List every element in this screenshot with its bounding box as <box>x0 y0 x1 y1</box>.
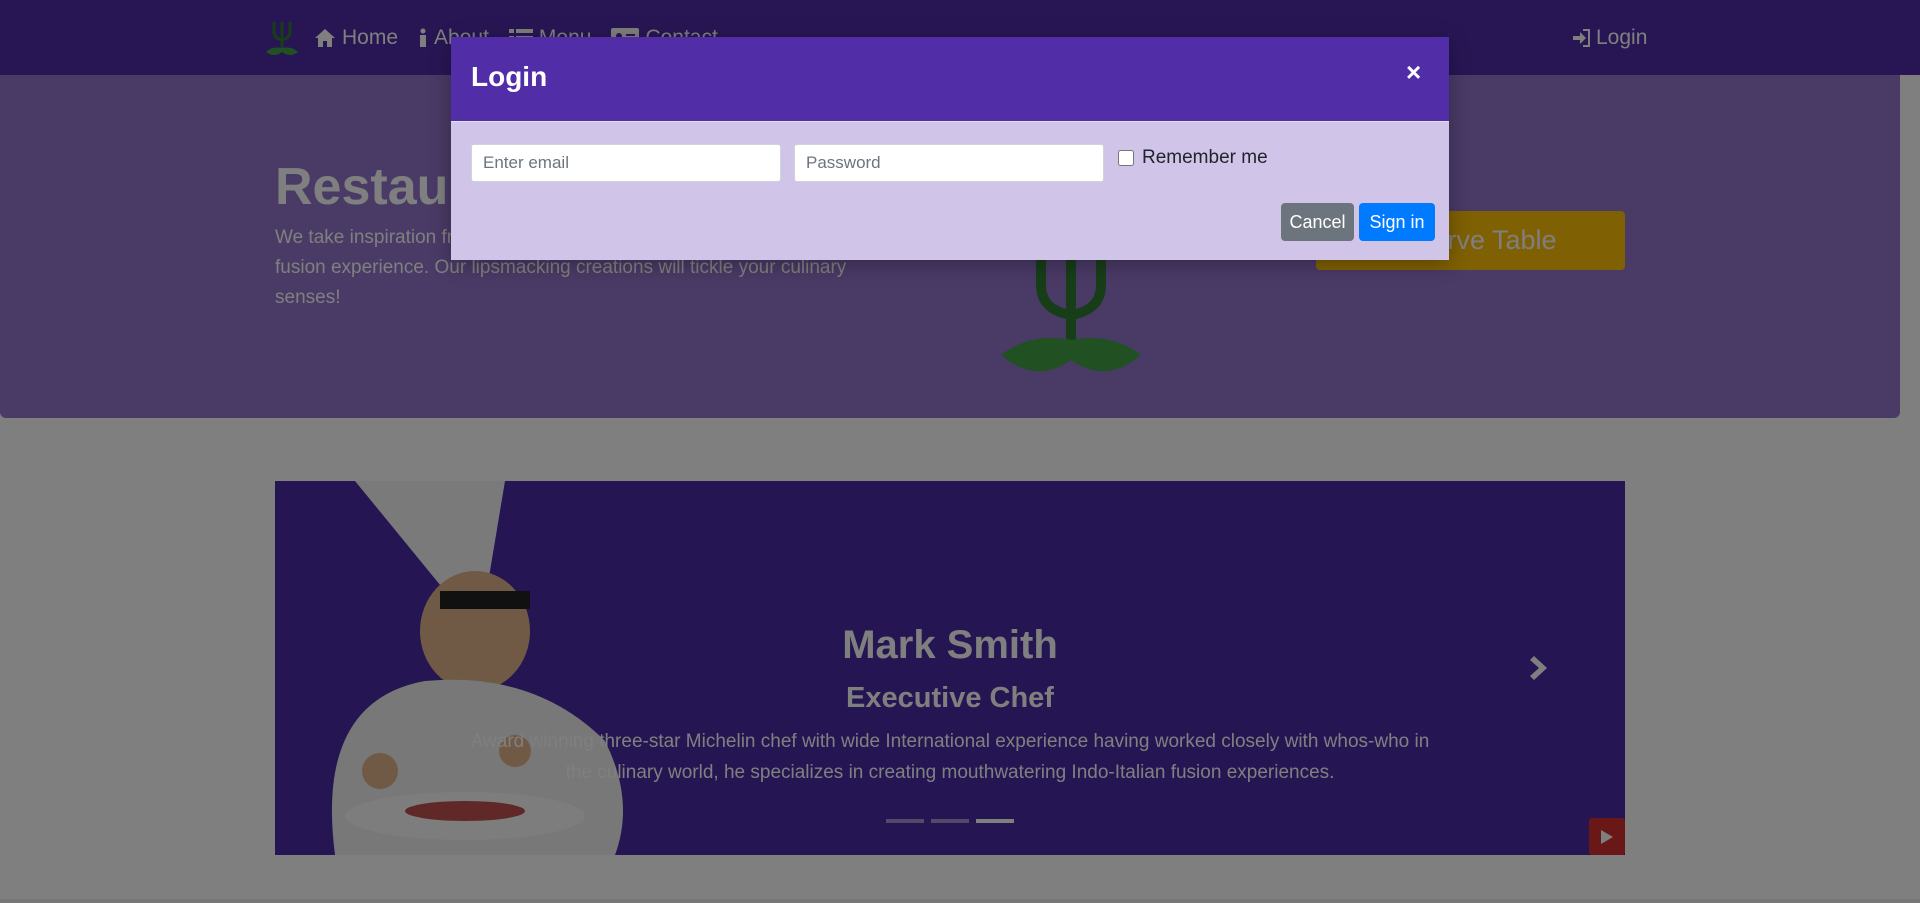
remember-me-checkbox[interactable] <box>1118 150 1134 166</box>
sign-in-button[interactable]: Sign in <box>1359 203 1435 241</box>
cancel-button[interactable]: Cancel <box>1281 203 1354 241</box>
remember-me[interactable]: Remember me <box>1118 147 1268 169</box>
close-icon[interactable]: × <box>1406 59 1421 85</box>
remember-me-label: Remember me <box>1142 147 1268 168</box>
password-field[interactable] <box>794 144 1104 182</box>
login-modal: Login × Remember me Cancel Sign in <box>451 37 1449 260</box>
modal-header: Login × <box>451 37 1449 122</box>
modal-title: Login <box>471 61 548 92</box>
email-field[interactable] <box>471 144 781 182</box>
footer-divider <box>0 899 1920 903</box>
